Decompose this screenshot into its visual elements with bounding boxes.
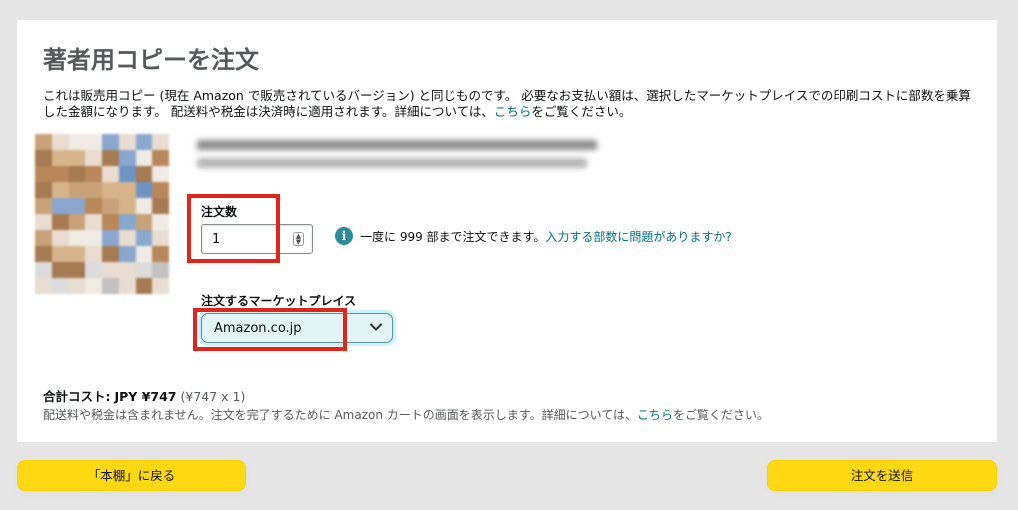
book-title-blurred (197, 134, 617, 180)
description-text-end: をご覧ください。 (531, 104, 632, 119)
quantity-info: 一度に 999 部まで注文できます。入力する部数に問題がありますか? (360, 228, 732, 245)
description-link[interactable]: こちら (494, 104, 532, 119)
page-title: 著者用コピーを注文 (43, 46, 259, 74)
marketplace-label: 注文するマーケットプレイス (201, 294, 357, 308)
quantity-input[interactable]: 1 ▲ ▼ (201, 224, 313, 254)
quantity-label: 注文数 (201, 205, 238, 219)
total-note-link[interactable]: こちら (637, 408, 673, 422)
back-to-bookshelf-button[interactable]: 「本棚」に戻る (17, 460, 246, 491)
total-note-text: 配送料や税金は含まれません。注文を完了するために Amazon カートの画面を表… (43, 408, 637, 422)
chevron-down-icon (370, 323, 382, 331)
book-cover-thumbnail (35, 134, 169, 294)
total-breakdown: (¥747 x 1) (180, 389, 246, 404)
marketplace-select[interactable]: Amazon.co.jp (201, 313, 393, 343)
marketplace-selected: Amazon.co.jp (214, 321, 302, 336)
total-amount: JPY ¥747 (114, 389, 177, 404)
quantity-help-link[interactable]: 入力する部数に問題がありますか? (545, 230, 731, 244)
total-note: 配送料や税金は含まれません。注文を完了するために Amazon カートの画面を表… (43, 406, 769, 423)
total-label: 合計コスト: (43, 389, 111, 404)
order-card: 著者用コピーを注文 これは販売用コピー (現在 Amazon で販売されているバ… (17, 20, 997, 442)
page-description: これは販売用コピー (現在 Amazon で販売されているバージョン) と同じも… (43, 88, 973, 120)
quantity-value: 1 (212, 232, 221, 247)
submit-order-button[interactable]: 注文を送信 (767, 460, 997, 491)
total-cost: 合計コスト: JPY ¥747 (¥747 x 1) (43, 386, 245, 405)
quantity-info-text: 一度に 999 部まで注文できます。 (360, 230, 546, 244)
info-icon: i (335, 227, 353, 245)
quantity-stepper[interactable]: ▲ ▼ (293, 232, 304, 246)
total-note-text-end: をご覧ください。 (673, 408, 770, 422)
